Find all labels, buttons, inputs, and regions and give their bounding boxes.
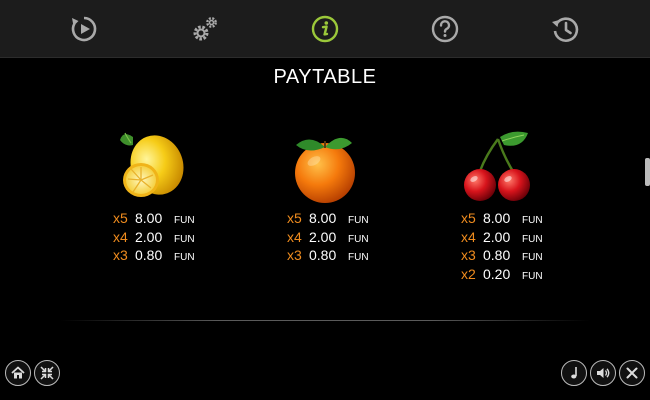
multiplier: x5	[113, 210, 128, 226]
pay-row: x4 2.00 FUN	[461, 229, 543, 248]
multiplier: x2	[461, 265, 476, 282]
pay-row: x3 0.80 FUN	[113, 247, 195, 266]
multiplier: x3	[287, 247, 302, 263]
music-button[interactable]	[561, 360, 587, 386]
payout-amount: 0.80	[135, 247, 163, 263]
pay-row: x3 0.80 FUN	[287, 247, 369, 266]
payout-amount: 0.80	[483, 247, 511, 263]
pay-row: x3 0.80 FUN	[461, 247, 543, 266]
sound-icon	[597, 368, 610, 378]
lemon-paytable: x5 8.00 FUN x4 2.00 FUN x3 0.80 FUN	[113, 210, 195, 266]
currency: FUN	[174, 233, 195, 245]
currency: FUN	[348, 233, 369, 245]
payout-amount: 8.00	[309, 210, 337, 226]
multiplier: x4	[461, 228, 476, 245]
orange-paytable: x5 8.00 FUN x4 2.00 FUN x3 0.80 FUN	[287, 210, 369, 266]
payout-amount: 8.00	[483, 210, 511, 226]
section-divider	[60, 320, 590, 321]
lemon-icon	[113, 125, 188, 203]
currency: FUN	[522, 233, 543, 245]
pay-row: x5 8.00 FUN	[287, 210, 369, 229]
pay-row: x5 8.00 FUN	[113, 210, 195, 229]
history-button[interactable]	[547, 11, 583, 47]
pay-row: x2 0.20 FUN	[461, 266, 543, 285]
payout-amount: 8.00	[135, 210, 163, 226]
info-button[interactable]	[307, 11, 343, 47]
close-icon	[626, 367, 638, 379]
multiplier: x4	[287, 228, 302, 245]
help-button[interactable]	[427, 11, 463, 47]
pay-row: x4 2.00 FUN	[113, 229, 195, 248]
cherry-paytable: x5 8.00 FUN x4 2.00 FUN x3 0.80 FUN x2 0…	[461, 210, 543, 284]
info-icon	[311, 15, 339, 43]
multiplier: x5	[287, 210, 302, 226]
payout-amount: 2.00	[309, 228, 337, 245]
autoplay-icon	[71, 16, 97, 42]
close-button[interactable]	[619, 360, 645, 386]
page-title: PAYTABLE	[273, 66, 377, 88]
multiplier: x5	[461, 210, 476, 226]
scrollbar-thumb[interactable]	[645, 158, 650, 186]
multiplier: x4	[113, 228, 128, 245]
home-icon	[11, 366, 25, 379]
top-menu-bar	[0, 0, 650, 58]
payout-amount: 2.00	[483, 228, 511, 245]
home-button[interactable]	[5, 360, 31, 386]
currency: FUN	[348, 252, 369, 263]
minimize-icon	[40, 366, 54, 380]
currency: FUN	[522, 252, 543, 263]
payout-amount: 0.20	[483, 265, 511, 282]
currency: FUN	[522, 215, 543, 226]
settings-gears-icon	[193, 17, 217, 41]
currency: FUN	[522, 270, 543, 282]
multiplier: x3	[113, 247, 128, 263]
help-icon	[431, 15, 459, 43]
history-icon	[552, 17, 579, 42]
music-icon	[571, 367, 577, 379]
currency: FUN	[174, 215, 195, 226]
sound-button[interactable]	[590, 360, 616, 386]
cherry-icon	[460, 127, 538, 205]
payout-amount: 0.80	[309, 247, 337, 263]
currency: FUN	[174, 252, 195, 263]
multiplier: x3	[461, 247, 476, 263]
payout-amount: 2.00	[135, 228, 163, 245]
minimize-button[interactable]	[34, 360, 60, 386]
orange-icon	[290, 127, 360, 205]
pay-row: x4 2.00 FUN	[287, 229, 369, 248]
pay-row: x5 8.00 FUN	[461, 210, 543, 229]
settings-button[interactable]	[187, 11, 223, 47]
currency: FUN	[348, 215, 369, 226]
autoplay-button[interactable]	[66, 11, 102, 47]
